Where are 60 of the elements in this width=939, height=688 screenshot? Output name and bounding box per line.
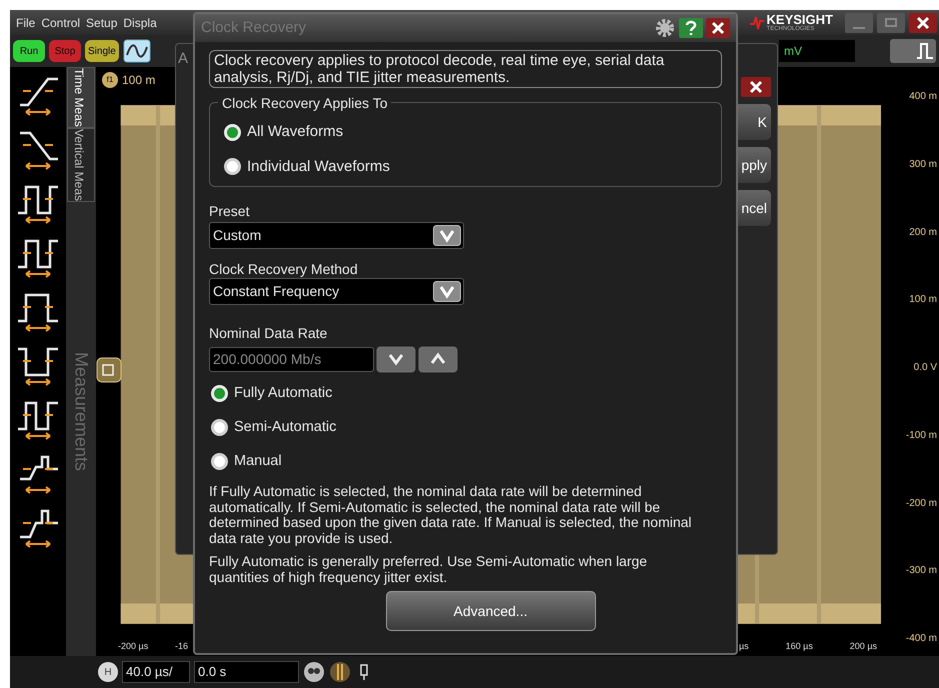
dialog-tab[interactable]: A (178, 48, 188, 70)
acquisition-button[interactable]: Run (13, 40, 45, 62)
gear-icon[interactable] (654, 17, 676, 39)
acquisition-button[interactable]: Stop (49, 40, 81, 62)
y-axis-label: -300 m (906, 564, 937, 578)
close-icon[interactable] (741, 77, 771, 97)
y-axis-label: 400 m (909, 90, 937, 104)
y-axis-label: 300 m (909, 158, 937, 172)
x-axis-label: -16 (174, 640, 188, 654)
logo-icon (750, 14, 764, 30)
autoscale-icon[interactable] (122, 39, 151, 63)
decrement-icon[interactable] (376, 346, 416, 373)
y-axis-label: 200 m (909, 226, 937, 240)
radio-option[interactable]: Individual Waveforms (224, 156, 721, 178)
logo-name: KEYSIGHT (766, 13, 833, 26)
radio-option[interactable]: All Waveforms (224, 121, 721, 144)
horizontal-icon[interactable] (329, 661, 351, 683)
y-axis-label: 0.0 V (914, 361, 937, 375)
field-label: Clock Recovery Method (209, 261, 359, 278)
horizontal-badge[interactable]: H (98, 662, 118, 682)
menu-item[interactable]: File (16, 14, 36, 32)
radio-option[interactable]: Semi-Automatic (211, 416, 722, 438)
close-icon[interactable] (909, 12, 937, 32)
x-axis-label: 160 µs (786, 640, 813, 654)
marker-icon[interactable] (96, 357, 122, 383)
caret-icon (433, 281, 461, 302)
caret-icon (433, 225, 461, 246)
close-icon[interactable] (706, 18, 730, 38)
y-axis-label: 100 m (909, 293, 937, 308)
radio-option[interactable]: Fully Automatic (211, 383, 722, 405)
field-label: Nominal Data Rate (209, 324, 328, 343)
y-axis-label: -100 m (906, 428, 937, 443)
y-axis-label: -400 m (906, 632, 937, 646)
y-axis-label: -200 m (906, 496, 937, 510)
menu-item[interactable]: Setup (86, 14, 118, 32)
channel-badge[interactable]: f1 100 m (102, 71, 156, 89)
help-text: If Fully Automatic is selected, the nominal data rate will be determined automatically. If Semi-Automatic is selected, the nominal data rate will be determined based upon the given data rate. If Manual is selected, the nominal data rate you provide is used. (209, 484, 693, 546)
intro-text: Clock recovery applies to protocol decode, real time eye, serial data analysis, Rj/Dj, and TIE jitter measurements. (209, 50, 722, 88)
panel-title: Measurements (70, 352, 92, 471)
help-text: Fully Automatic is generally preferred. Use Semi-Automatic when large quantities of high frequency jitter exist. (209, 554, 648, 586)
scale-field[interactable]: mV (779, 40, 855, 62)
radio-option[interactable]: Manual (211, 450, 722, 472)
preset-dropdown[interactable]: Custom (209, 222, 464, 249)
x-axis-label: 200 µs (850, 640, 877, 654)
field-label: Preset (209, 202, 250, 221)
menu-item[interactable]: Displa (123, 14, 157, 32)
delay-field[interactable]: 0.0 s (194, 661, 299, 683)
acquisition-button[interactable]: Single (85, 40, 119, 62)
side-tab[interactable]: Time Meas (67, 67, 95, 128)
advanced-button[interactable]: Advanced... (386, 591, 596, 632)
menu-item[interactable]: Control (41, 14, 80, 32)
side-tab[interactable]: Vertical Meas (67, 128, 95, 202)
minimize-button[interactable] (845, 12, 873, 32)
help-icon[interactable] (679, 18, 703, 38)
time-scale-field[interactable]: 40.0 µs/ (122, 661, 190, 683)
method-dropdown[interactable]: Constant Frequency (209, 278, 464, 305)
x-axis-label: -200 µs (118, 640, 148, 654)
increment-icon[interactable] (418, 346, 458, 373)
x-axis-label: µs (739, 640, 749, 654)
waveform-button-icon[interactable] (889, 38, 937, 64)
